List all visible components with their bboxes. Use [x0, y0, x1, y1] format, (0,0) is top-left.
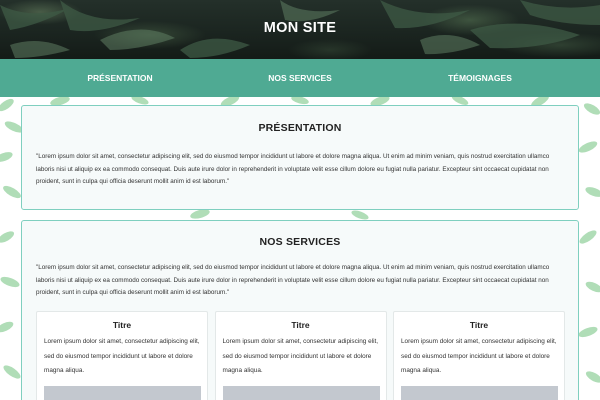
services-title: NOS SERVICES — [259, 236, 341, 248]
service-card: Titre Lorem ipsum dolor sit amet, consec… — [214, 311, 387, 400]
nav-link-services[interactable]: NOS SERVICES — [230, 73, 370, 83]
presentation-title: PRÉSENTATION — [258, 122, 342, 134]
presentation-section: PRÉSENTATION "Lorem ipsum dolor sit amet… — [21, 105, 579, 210]
service-card-text: Lorem ipsum dolor sit amet, consectetur … — [44, 338, 200, 374]
service-card-title: Titre — [112, 320, 132, 330]
main-nav: PRÉSENTATION NOS SERVICES TÉMOIGNAGES — [0, 59, 600, 97]
service-card-image — [44, 386, 201, 400]
services-section: NOS SERVICES "Lorem ipsum dolor sit amet… — [21, 220, 579, 400]
presentation-text: "Lorem ipsum dolor sit amet, consectetur… — [36, 153, 550, 185]
header-banner: MON SITE — [0, 0, 600, 59]
service-card-image — [401, 386, 558, 400]
nav-link-presentation[interactable]: PRÉSENTATION — [50, 73, 190, 83]
service-card-text: Lorem ipsum dolor sit amet, consectetur … — [222, 338, 379, 374]
service-cards: Titre Lorem ipsum dolor sit amet, consec… — [36, 311, 565, 400]
nav-link-testimonials[interactable]: TÉMOIGNAGES — [410, 73, 550, 83]
service-card-title: Titre — [469, 320, 489, 330]
services-text: "Lorem ipsum dolor sit amet, consectetur… — [36, 264, 550, 296]
service-card-title: Titre — [291, 320, 310, 330]
site-title: MON SITE — [263, 20, 337, 36]
service-card: Titre Lorem ipsum dolor sit amet, consec… — [393, 311, 565, 400]
service-card-image — [222, 386, 380, 400]
service-card: Titre Lorem ipsum dolor sit amet, consec… — [36, 311, 208, 400]
service-card-text: Lorem ipsum dolor sit amet, consectetur … — [401, 338, 557, 374]
